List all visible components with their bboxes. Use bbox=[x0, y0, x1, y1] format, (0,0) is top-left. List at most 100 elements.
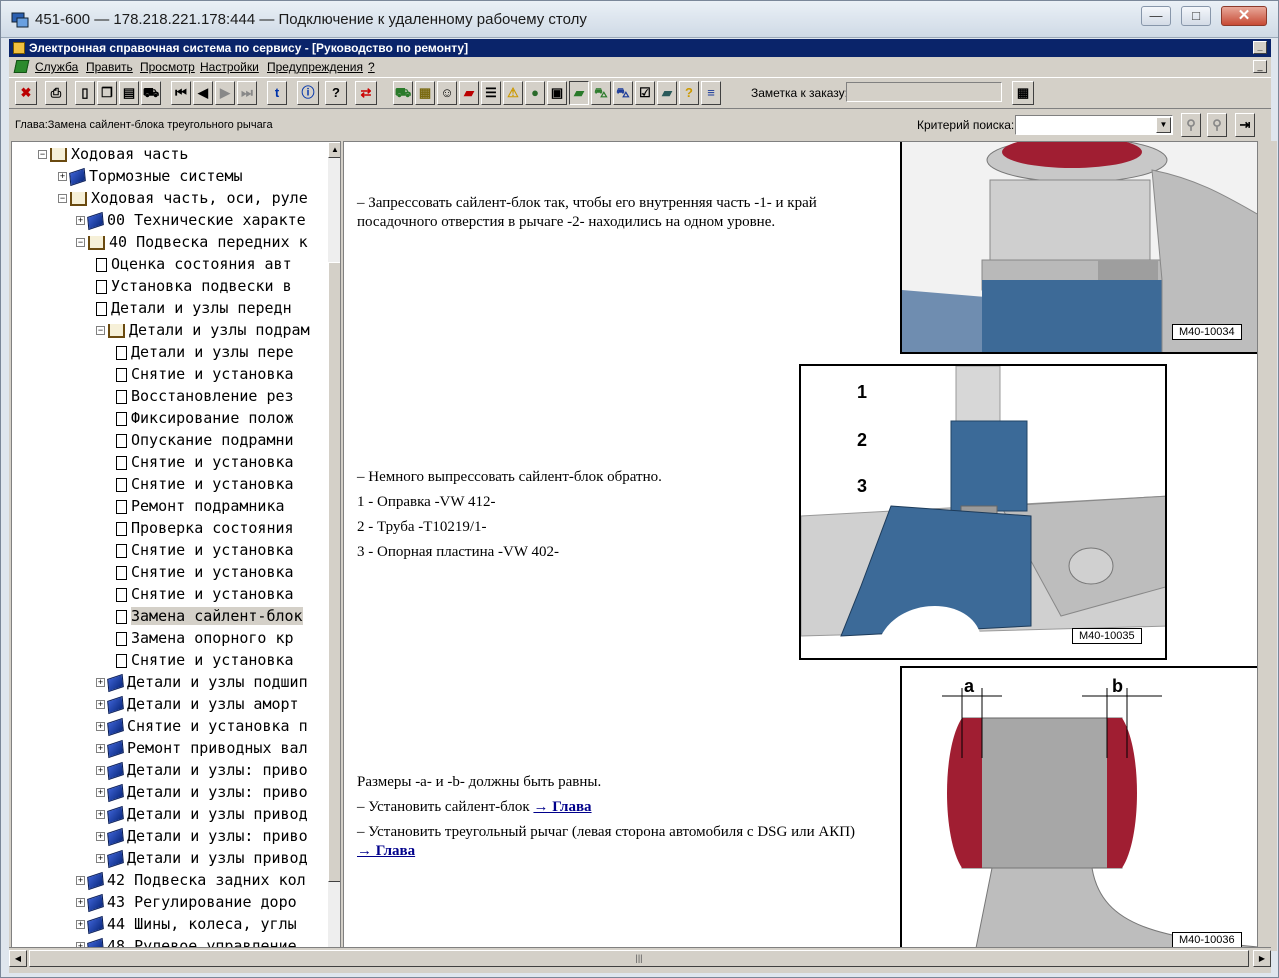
collapse-icon[interactable]: − bbox=[96, 326, 105, 335]
tree-item[interactable]: + Ремонт приводных вал bbox=[96, 737, 308, 759]
book-green-icon[interactable]: ▰ bbox=[569, 81, 589, 105]
tree-item[interactable]: Замена сайлент-блок bbox=[116, 605, 303, 627]
warning-icon[interactable]: ⚠ bbox=[503, 81, 523, 105]
tree-item[interactable]: Снятие и установка bbox=[116, 473, 294, 495]
tree-item[interactable]: Оценка состояния авт bbox=[96, 253, 292, 275]
next-page-icon[interactable]: ▶ bbox=[215, 81, 235, 105]
save-icon[interactable]: ▣ bbox=[547, 81, 567, 105]
tree-item[interactable]: +44 Шины, колеса, углы bbox=[76, 913, 297, 935]
tree-item[interactable]: − Ходовая часть, оси, руле bbox=[58, 187, 308, 209]
tree-item[interactable]: + Детали и узлы привод bbox=[96, 847, 308, 869]
expand-icon[interactable]: + bbox=[96, 788, 105, 797]
search-next-icon[interactable]: ⚲ bbox=[1207, 113, 1227, 137]
note-edit-icon[interactable]: ▦ bbox=[1012, 81, 1034, 105]
search-icon[interactable]: ⚲ bbox=[1181, 113, 1201, 137]
back-link-icon[interactable]: t bbox=[267, 81, 287, 105]
tree-item[interactable]: Детали и узлы передн bbox=[96, 297, 292, 319]
order-note-field[interactable] bbox=[846, 82, 1002, 102]
tree-item[interactable]: Снятие и установка bbox=[116, 539, 294, 561]
expand-icon[interactable]: + bbox=[76, 920, 85, 929]
minimize-button[interactable]: — bbox=[1141, 6, 1171, 26]
building-icon[interactable]: ▦ bbox=[415, 81, 435, 105]
vehicle-icon[interactable]: ⛟ bbox=[393, 81, 413, 105]
stack-icon[interactable]: ≡ bbox=[701, 81, 721, 105]
question-book-icon[interactable]: ? bbox=[679, 81, 699, 105]
globe-icon[interactable]: ● bbox=[525, 81, 545, 105]
collapse-icon[interactable]: − bbox=[38, 150, 47, 159]
scroll-up-icon[interactable]: ▲ bbox=[328, 142, 340, 158]
tree-item[interactable]: Фиксирование полож bbox=[116, 407, 294, 429]
print-icon[interactable]: ⎙ bbox=[45, 81, 67, 105]
chapter-link-2[interactable]: → Глава bbox=[357, 843, 415, 859]
expand-icon[interactable]: + bbox=[96, 678, 105, 687]
tree-item[interactable]: + Детали и узлы аморт bbox=[96, 693, 299, 715]
maximize-button[interactable]: □ bbox=[1181, 6, 1211, 26]
exit-search-icon[interactable]: ⇥ bbox=[1235, 113, 1255, 137]
expand-icon[interactable]: + bbox=[96, 722, 105, 731]
switch-icon[interactable]: ⇄ bbox=[355, 81, 377, 105]
tree-item[interactable]: Установка подвески в bbox=[96, 275, 292, 297]
tree-item[interactable]: Восстановление рез bbox=[116, 385, 294, 407]
car-green-icon[interactable]: ⛍ bbox=[591, 81, 611, 105]
exit-icon[interactable]: ✖ bbox=[15, 81, 37, 105]
scroll-left-icon[interactable]: ◀ bbox=[9, 950, 27, 967]
mdi-minimize-button[interactable]: _ bbox=[1253, 60, 1267, 73]
tree-item[interactable]: Снятие и установка bbox=[116, 451, 294, 473]
tree-item[interactable]: + Снятие и установка п bbox=[96, 715, 308, 737]
tree-item[interactable]: + Детали и узлы: приво bbox=[96, 759, 308, 781]
expand-icon[interactable]: + bbox=[96, 810, 105, 819]
tree-item[interactable]: + Детали и узлы подшип bbox=[96, 671, 308, 693]
new-doc-icon[interactable]: ▯ bbox=[75, 81, 95, 105]
book-red-icon[interactable]: ▰ bbox=[459, 81, 479, 105]
scroll-thumb[interactable] bbox=[328, 262, 340, 882]
expand-icon[interactable]: + bbox=[76, 216, 85, 225]
scroll-thumb-horizontal[interactable]: ||| bbox=[29, 950, 1249, 967]
tree-item[interactable]: − Детали и узлы подрам bbox=[96, 319, 310, 341]
car-blue-icon[interactable]: ⛍ bbox=[613, 81, 633, 105]
tree-item[interactable]: +43 Регулирование доро bbox=[76, 891, 297, 913]
checklist-icon[interactable]: ☑ bbox=[635, 81, 655, 105]
content-vertical-scrollbar[interactable] bbox=[1261, 141, 1277, 951]
last-page-icon[interactable]: ⏭ bbox=[237, 81, 257, 105]
tree-item[interactable]: Снятие и установка bbox=[116, 363, 294, 385]
scroll-right-icon[interactable]: ▶ bbox=[1253, 950, 1271, 967]
tree-item[interactable]: + Детали и узлы привод bbox=[96, 803, 308, 825]
expand-icon[interactable]: + bbox=[96, 700, 105, 709]
tree-item[interactable]: + Тормозные системы bbox=[58, 165, 243, 187]
person-icon[interactable]: ☺ bbox=[437, 81, 457, 105]
tree-item[interactable]: Ремонт подрамника bbox=[116, 495, 285, 517]
expand-icon[interactable]: + bbox=[76, 876, 85, 885]
app-menu-icon[interactable] bbox=[13, 60, 30, 73]
expand-icon[interactable]: + bbox=[76, 898, 85, 907]
tree-item[interactable]: Снятие и установка bbox=[116, 649, 294, 671]
close-button[interactable]: ✕ bbox=[1221, 6, 1267, 26]
tree-item[interactable]: Опускание подрамни bbox=[116, 429, 294, 451]
menu-help[interactable]: ? bbox=[368, 57, 375, 77]
copy-icon[interactable]: ❐ bbox=[97, 81, 117, 105]
help-icon[interactable]: ? bbox=[325, 81, 347, 105]
tree-item[interactable]: Снятие и установка bbox=[116, 561, 294, 583]
expand-icon[interactable]: + bbox=[96, 766, 105, 775]
tree-item[interactable]: + Детали и узлы: приво bbox=[96, 825, 308, 847]
menu-view[interactable]: Просмотр bbox=[140, 57, 195, 77]
tree-item[interactable]: +00 Технические характе bbox=[76, 209, 306, 231]
prev-page-icon[interactable]: ◀ bbox=[193, 81, 213, 105]
tree-item[interactable]: +42 Подвеска задних кол bbox=[76, 869, 306, 891]
menu-warnings[interactable]: Предупреждения bbox=[267, 57, 363, 77]
chevron-down-icon[interactable]: ▼ bbox=[1156, 117, 1171, 133]
expand-icon[interactable]: + bbox=[96, 744, 105, 753]
books-icon[interactable]: ▰ bbox=[657, 81, 677, 105]
expand-icon[interactable]: + bbox=[58, 172, 67, 181]
list-icon[interactable]: ☰ bbox=[481, 81, 501, 105]
first-page-icon[interactable]: ⏮ bbox=[171, 81, 191, 105]
tree-item[interactable]: + Детали и узлы: приво bbox=[96, 781, 308, 803]
expand-icon[interactable]: + bbox=[96, 854, 105, 863]
menu-service[interactable]: Служба bbox=[35, 57, 78, 77]
collapse-icon[interactable]: − bbox=[76, 238, 85, 247]
tree-item[interactable]: − Ходовая часть bbox=[38, 143, 188, 165]
tree-scrollbar[interactable]: ▲ bbox=[328, 142, 340, 950]
menu-edit[interactable]: Править bbox=[86, 57, 133, 77]
search-criterion-select[interactable]: ▼ bbox=[1015, 115, 1173, 135]
info-icon[interactable]: ⓘ bbox=[297, 81, 319, 105]
tree-item[interactable]: Замена опорного кр bbox=[116, 627, 294, 649]
